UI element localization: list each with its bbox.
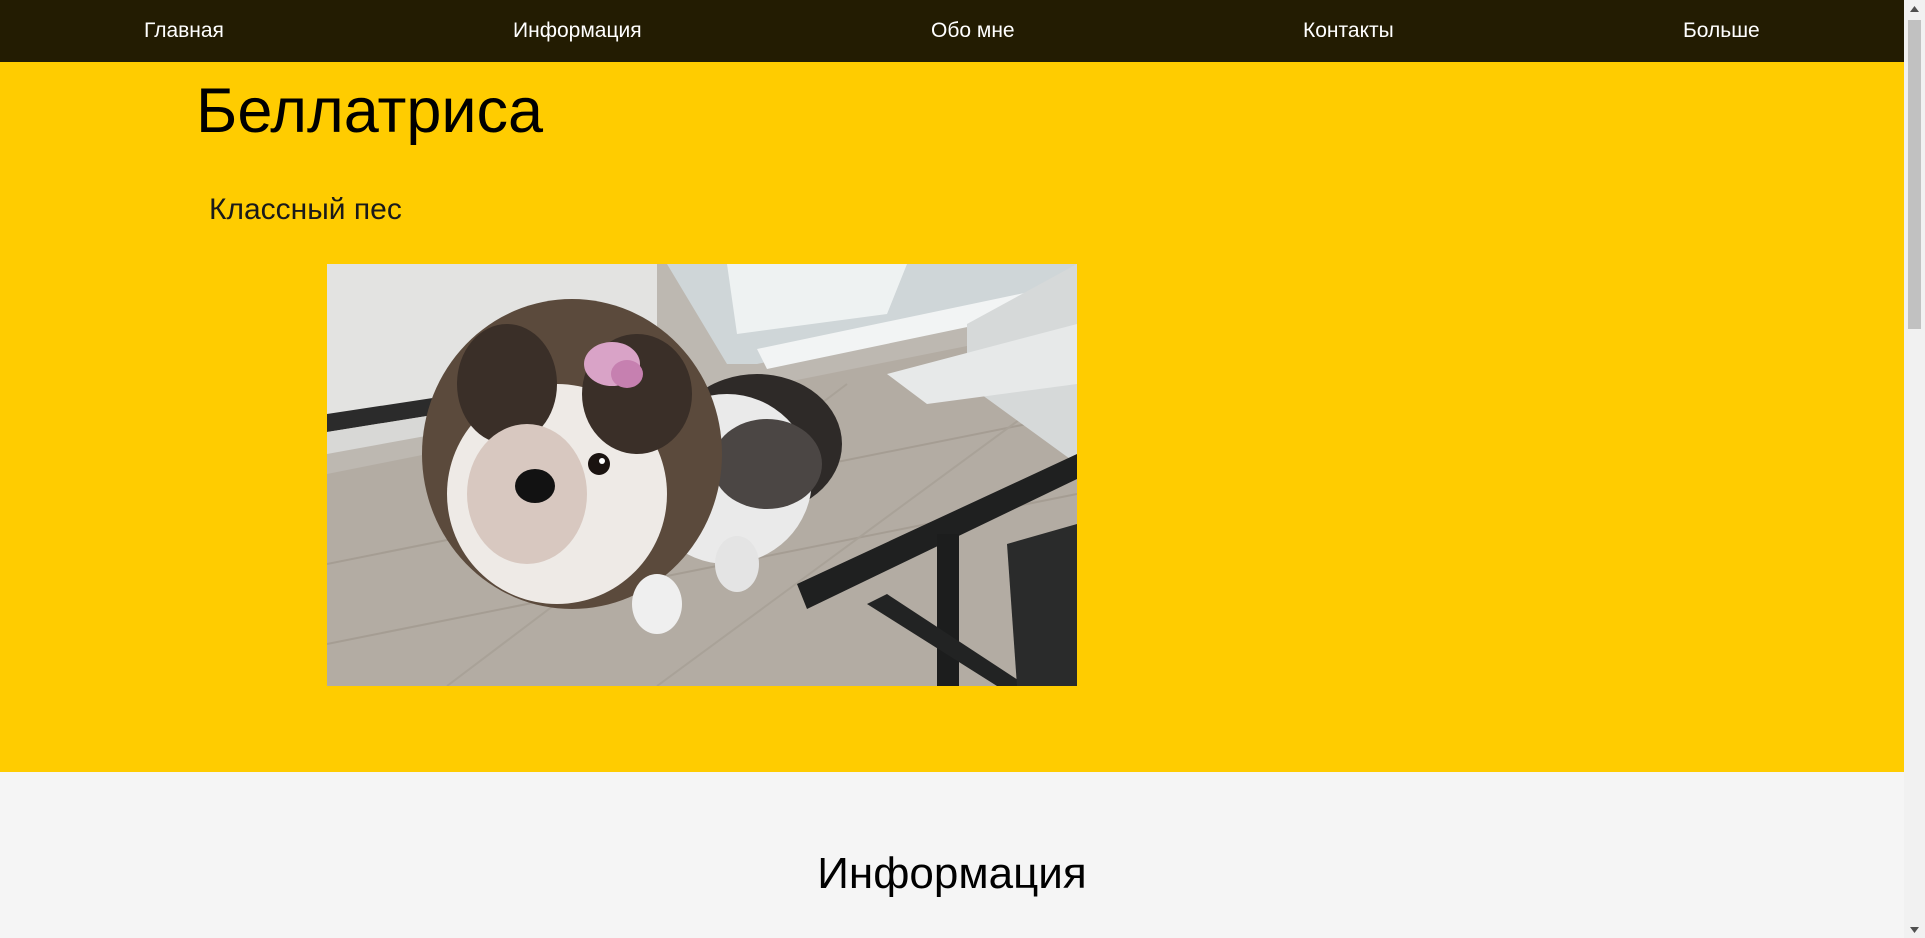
nav-link-more[interactable]: Больше <box>1683 0 1760 62</box>
scrollbar-thumb[interactable] <box>1908 20 1921 329</box>
nav-link-about-me[interactable]: Обо мне <box>931 0 1015 62</box>
scroll-down-button[interactable] <box>1904 921 1925 938</box>
nav-link-home[interactable]: Главная <box>144 0 224 62</box>
nav-link-contacts[interactable]: Контакты <box>1303 0 1394 62</box>
information-heading: Информация <box>817 849 1087 898</box>
triangle-up-icon <box>1910 5 1919 12</box>
page-subtitle: Классный пес <box>209 193 402 226</box>
vertical-scrollbar[interactable] <box>1904 0 1925 938</box>
hero-section: Беллатриса Классный пес <box>0 62 1904 772</box>
top-navigation-bar: Главная Информация Обо мне Контакты Боль… <box>0 0 1904 62</box>
dog-photo <box>327 264 1077 686</box>
information-section: Информация <box>0 772 1904 938</box>
page-viewport: Главная Информация Обо мне Контакты Боль… <box>0 0 1904 938</box>
triangle-down-icon <box>1910 926 1919 933</box>
scroll-up-button[interactable] <box>1904 0 1925 17</box>
browser-page: Главная Информация Обо мне Контакты Боль… <box>0 0 1925 938</box>
dog-photo-illustration <box>327 264 1077 686</box>
nav-link-information[interactable]: Информация <box>513 0 642 62</box>
page-title: Беллатриса <box>196 76 544 146</box>
